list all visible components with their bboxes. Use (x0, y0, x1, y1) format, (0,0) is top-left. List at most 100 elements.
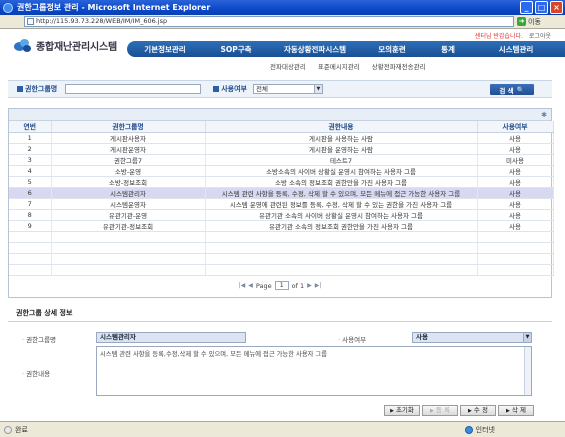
nav-basic-info[interactable]: 기본정보관리 (127, 44, 203, 55)
empty-row (9, 253, 554, 265)
empty-row (9, 242, 554, 254)
empty-cell (205, 231, 478, 243)
detail-use-select[interactable]: 사용 ▼ (412, 332, 532, 343)
main-nav: 기본정보관리 SOP구축 자동상황전파시스템 모의훈련 통계 시스템관리 (127, 41, 565, 57)
logo[interactable]: 종합재난관리시스템 (14, 38, 117, 53)
cell-use: 사용 (477, 198, 554, 210)
col-use[interactable]: 사용여부 (477, 121, 554, 133)
table-row[interactable]: 5 소방-정보조회 소방 소속의 정보조회 권한만을 가진 사용자 그룹 사용 (9, 176, 554, 188)
group-name-input[interactable] (65, 84, 202, 94)
detail-name-input[interactable]: 시스템관리자 (96, 332, 246, 343)
page-number-input[interactable]: 1 (274, 281, 289, 290)
subnav-message[interactable]: 표준메시지관리 (318, 61, 360, 71)
address-input[interactable]: http://115.93.73.228/WEB/IM/IM_606.jsp (24, 16, 514, 27)
empty-cell (205, 253, 478, 265)
next-page-icon[interactable]: ▶ (307, 282, 312, 289)
textarea-scrollbar[interactable] (524, 347, 531, 395)
pager-label: Page (255, 281, 272, 290)
detail-name-label: 권한그룹명 (22, 334, 56, 344)
logout-link[interactable]: 로그아웃 (529, 31, 551, 40)
cell-no: 3 (9, 154, 52, 166)
reset-button[interactable]: ▶ 초기화 (384, 405, 420, 416)
status-bar: 완료 인터넷 (0, 421, 565, 437)
bullet-icon (213, 86, 220, 92)
cell-desc: 소방 소속의 정보조회 권한만을 가진 사용자 그룹 (205, 176, 478, 188)
cell-name: 소방-운영 (51, 165, 206, 177)
table-row[interactable]: 9 유관기관-정보조회 유관기관 소속의 정보조회 권한만을 가진 사용자 그룹 사용 (9, 220, 554, 232)
settings-icon[interactable]: ✱ (541, 111, 547, 119)
cell-no: 7 (9, 198, 52, 210)
search-button[interactable]: 검 색 🔍 (490, 84, 534, 95)
subnav-resend[interactable]: 상황전파재전송관리 (372, 61, 426, 71)
use-label: 사용여부 (213, 84, 247, 94)
prev-page-icon[interactable]: ◀ (248, 282, 253, 289)
detail-panel: 권한그룹 상세 정보 권한그룹명 시스템관리자 사용여부 사용 ▼ 권한내용 시… (8, 306, 552, 418)
close-button[interactable]: × (550, 1, 563, 14)
maximize-button[interactable]: □ (535, 1, 548, 14)
cell-use: 사용 (477, 176, 554, 188)
window-titlebar: 권한그룹정보 관리 - Microsoft Internet Explorer … (0, 0, 565, 15)
nav-sop[interactable]: SOP구축 (203, 44, 269, 55)
cell-desc: 소방소속의 사이버 상황실 운영시 참여하는 사용자 그룹 (205, 165, 478, 177)
table-row[interactable]: 4 소방-운영 소방소속의 사이버 상황실 운영시 참여하는 사용자 그룹 사용 (9, 165, 554, 177)
empty-row (9, 231, 554, 243)
cell-name: 권한그룹7 (51, 154, 206, 166)
last-page-icon[interactable]: ▶| (315, 282, 322, 289)
empty-cell (477, 264, 554, 276)
empty-cell (51, 253, 206, 265)
security-zone: 인터넷 (464, 425, 495, 435)
address-bar: http://115.93.73.228/WEB/IM/IM_606.jsp ➜… (0, 15, 565, 29)
cell-desc: 유관기관 소속의 사이버 상황실 운영시 참여하는 사용자 그룹 (205, 209, 478, 221)
detail-use-value: 사용 (416, 333, 428, 341)
subnav-target[interactable]: 전파대상관리 (270, 61, 306, 71)
table-row[interactable]: 3 권한그룹7 테스트7 미사용 (9, 154, 554, 166)
go-button[interactable]: ➜ 이동 (517, 16, 541, 27)
use-label-text: 사용여부 (221, 85, 247, 93)
table-row[interactable]: 2 게시판운영자 게시판을 운영하는 사람 사용 (9, 143, 554, 155)
cell-use: 사용 (477, 220, 554, 232)
register-button[interactable]: ▶ 등 록 (422, 405, 458, 416)
cell-name: 유관기관-정보조회 (51, 220, 206, 232)
cell-use: 미사용 (477, 154, 554, 166)
nav-drill[interactable]: 모의훈련 (361, 44, 423, 55)
empty-row (9, 264, 554, 276)
group-table: 연번 권한그룹명 권한내용 사용여부 1 게시판사용자 게시판을 사용하는 사람 사용… (9, 121, 554, 276)
first-page-icon[interactable]: |◀ (239, 282, 246, 289)
cell-use: 사용 (477, 143, 554, 155)
modify-button[interactable]: ▶ 수 정 (460, 405, 496, 416)
delete-button[interactable]: ▶ 삭 제 (498, 405, 534, 416)
detail-desc-textarea[interactable]: 시스템 관련 사항을 등록,수정,삭제 할 수 있으며, 모든 메뉴에 접근 가… (96, 346, 532, 396)
nav-system-admin[interactable]: 시스템관리 (473, 44, 559, 55)
nav-statistics[interactable]: 통계 (423, 44, 473, 55)
go-arrow-icon: ➜ (517, 17, 526, 26)
top-links: 센터님 반갑습니다. 로그아웃 (475, 31, 551, 40)
group-name-label-text: 권한그룹명 (25, 85, 58, 93)
col-name[interactable]: 권한그룹명 (51, 121, 206, 133)
cell-desc: 유관기관 소속의 정보조회 권한만을 가진 사용자 그룹 (205, 220, 478, 232)
use-select[interactable]: 전체 ▼ (252, 84, 323, 94)
col-desc[interactable]: 권한내용 (205, 121, 478, 133)
col-no[interactable]: 연번 (9, 121, 52, 133)
table-row[interactable]: 8 유관기관-운영 유관기관 소속의 사이버 상황실 운영시 참여하는 사용자 그룹… (9, 209, 554, 221)
address-text: http://115.93.73.228/WEB/IM/IM_606.jsp (36, 17, 168, 25)
cell-desc: 테스트7 (205, 154, 478, 166)
cell-desc: 게시판을 운영하는 사람 (205, 143, 478, 155)
empty-cell (51, 231, 206, 243)
cell-name: 유관기관-운영 (51, 209, 206, 221)
cell-name: 소방-정보조회 (51, 176, 206, 188)
empty-cell (205, 264, 478, 276)
cell-desc: 시스템 관련 사항을 등록, 수정, 삭제 할 수 있으며, 모든 메뉴에 접근… (205, 187, 478, 199)
group-name-label: 권한그룹명 (17, 84, 57, 94)
table-row[interactable]: 7 시스템운영자 시스템 운영에 관련된 정보를 등록, 수정, 삭제 할 수 있는… (9, 198, 554, 210)
table-row[interactable]: 6 시스템관리자 시스템 관련 사항을 등록, 수정, 삭제 할 수 있으며, 모든… (9, 187, 554, 199)
cell-name: 게시판운영자 (51, 143, 206, 155)
empty-cell (9, 242, 52, 254)
minimize-button[interactable]: _ (520, 1, 533, 14)
empty-cell (9, 231, 52, 243)
nav-auto-propagation[interactable]: 자동상황전파시스템 (269, 44, 361, 55)
table-row[interactable]: 1 게시판사용자 게시판을 사용하는 사람 사용 (9, 132, 554, 144)
empty-cell (477, 253, 554, 265)
empty-cell (477, 242, 554, 254)
page-icon (27, 18, 34, 25)
empty-cell (51, 242, 206, 254)
